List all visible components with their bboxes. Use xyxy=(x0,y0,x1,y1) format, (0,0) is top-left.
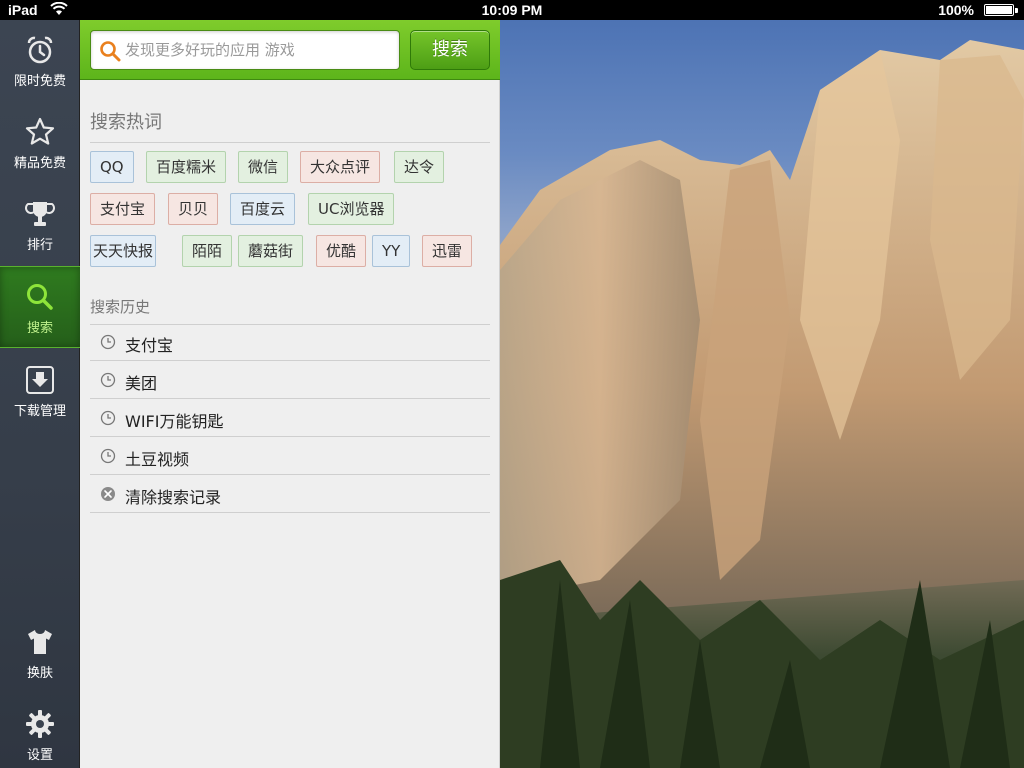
sidebar-item-label: 限时免费 xyxy=(13,74,66,89)
hot-keyword-tag[interactable]: QQ xyxy=(90,151,134,183)
gear-icon xyxy=(26,710,54,738)
search-icon xyxy=(100,41,121,62)
search-icon xyxy=(27,284,53,310)
hot-keyword-tag[interactable]: 大众点评 xyxy=(300,151,381,183)
sidebar-item-label: 设置 xyxy=(26,748,53,763)
search-panel: 搜索 搜索热词 QQ 百度糯米 微信 大众点评 达令 支付宝 贝贝 百度云 UC… xyxy=(80,20,500,768)
history-item[interactable]: 美团 xyxy=(90,361,490,399)
clear-history-label: 清除搜索记录 xyxy=(125,488,222,507)
sidebar-item-label: 换肤 xyxy=(26,666,53,681)
sidebar-item-premium-free[interactable]: 精品免费 xyxy=(0,102,80,182)
download-icon xyxy=(26,366,54,394)
sidebar-item-label: 排行 xyxy=(26,238,53,253)
hot-keyword-tag[interactable]: 百度糯米 xyxy=(146,151,227,183)
search-input[interactable] xyxy=(125,38,393,62)
hot-keyword-tag[interactable]: 优酷 xyxy=(316,235,367,267)
hot-keyword-tag[interactable]: 达令 xyxy=(394,151,445,183)
sidebar-item-label: 搜索 xyxy=(26,321,53,336)
clock-icon xyxy=(100,334,116,350)
history-item-label: 土豆视频 xyxy=(125,450,190,469)
hot-keyword-tag[interactable]: 蘑菇街 xyxy=(238,235,304,267)
search-history-title: 搜索历史 xyxy=(90,296,490,325)
history-item[interactable]: WIFI万能钥匙 xyxy=(90,399,490,437)
sidebar-item-label: 精品免费 xyxy=(13,156,66,171)
search-field[interactable] xyxy=(90,30,400,70)
hot-keyword-tag[interactable]: 支付宝 xyxy=(90,193,156,225)
hot-keyword-tag[interactable]: 贝贝 xyxy=(168,193,219,225)
hot-keyword-tag[interactable]: 天天快报 xyxy=(90,235,157,267)
sidebar-nav: 限时免费 精品免费 排行 搜索 下载管理 换肤 设置 xyxy=(0,20,80,768)
hot-keyword-tag[interactable]: YY xyxy=(372,235,411,267)
hot-keywords-title: 搜索热词 xyxy=(90,108,490,143)
hot-keyword-tag[interactable]: 陌陌 xyxy=(182,235,233,267)
hot-keyword-tag[interactable]: 迅雷 xyxy=(422,235,473,267)
clock-icon xyxy=(100,372,116,388)
sidebar-item-ranking[interactable]: 排行 xyxy=(0,184,80,264)
battery-percent: 100% xyxy=(938,2,974,18)
history-item-label: 美团 xyxy=(125,374,158,393)
history-item[interactable]: 支付宝 xyxy=(90,323,490,361)
history-item[interactable]: 土豆视频 xyxy=(90,437,490,475)
search-bar: 搜索 xyxy=(80,20,500,80)
search-button[interactable]: 搜索 xyxy=(410,30,490,70)
status-bar: iPad 10:09 PM 100% xyxy=(0,0,1024,20)
clear-icon xyxy=(101,487,115,501)
hot-keyword-tag[interactable]: 微信 xyxy=(238,151,289,183)
tshirt-icon xyxy=(28,630,52,654)
alarm-clock-icon xyxy=(27,36,53,64)
history-item-label: WIFI万能钥匙 xyxy=(125,412,224,431)
star-icon xyxy=(25,117,55,145)
clear-history-button[interactable]: 清除搜索记录 xyxy=(90,475,490,513)
sidebar-item-skin[interactable]: 换肤 xyxy=(0,612,80,692)
clock: 10:09 PM xyxy=(481,2,543,18)
sidebar-item-label: 下载管理 xyxy=(13,404,66,419)
hot-keyword-tag[interactable]: 百度云 xyxy=(230,193,296,225)
sidebar-item-search[interactable]: 搜索 xyxy=(0,266,80,348)
sidebar-item-limited-free[interactable]: 限时免费 xyxy=(0,20,80,100)
hot-keyword-tag[interactable]: UC浏览器 xyxy=(308,193,395,225)
clock-icon xyxy=(100,448,116,464)
history-item-label: 支付宝 xyxy=(125,336,174,355)
sidebar-item-downloads[interactable]: 下载管理 xyxy=(0,350,80,430)
battery-icon xyxy=(984,4,1018,16)
clock-icon xyxy=(100,410,116,426)
trophy-icon xyxy=(25,202,55,226)
sidebar-item-settings[interactable]: 设置 xyxy=(0,694,80,768)
